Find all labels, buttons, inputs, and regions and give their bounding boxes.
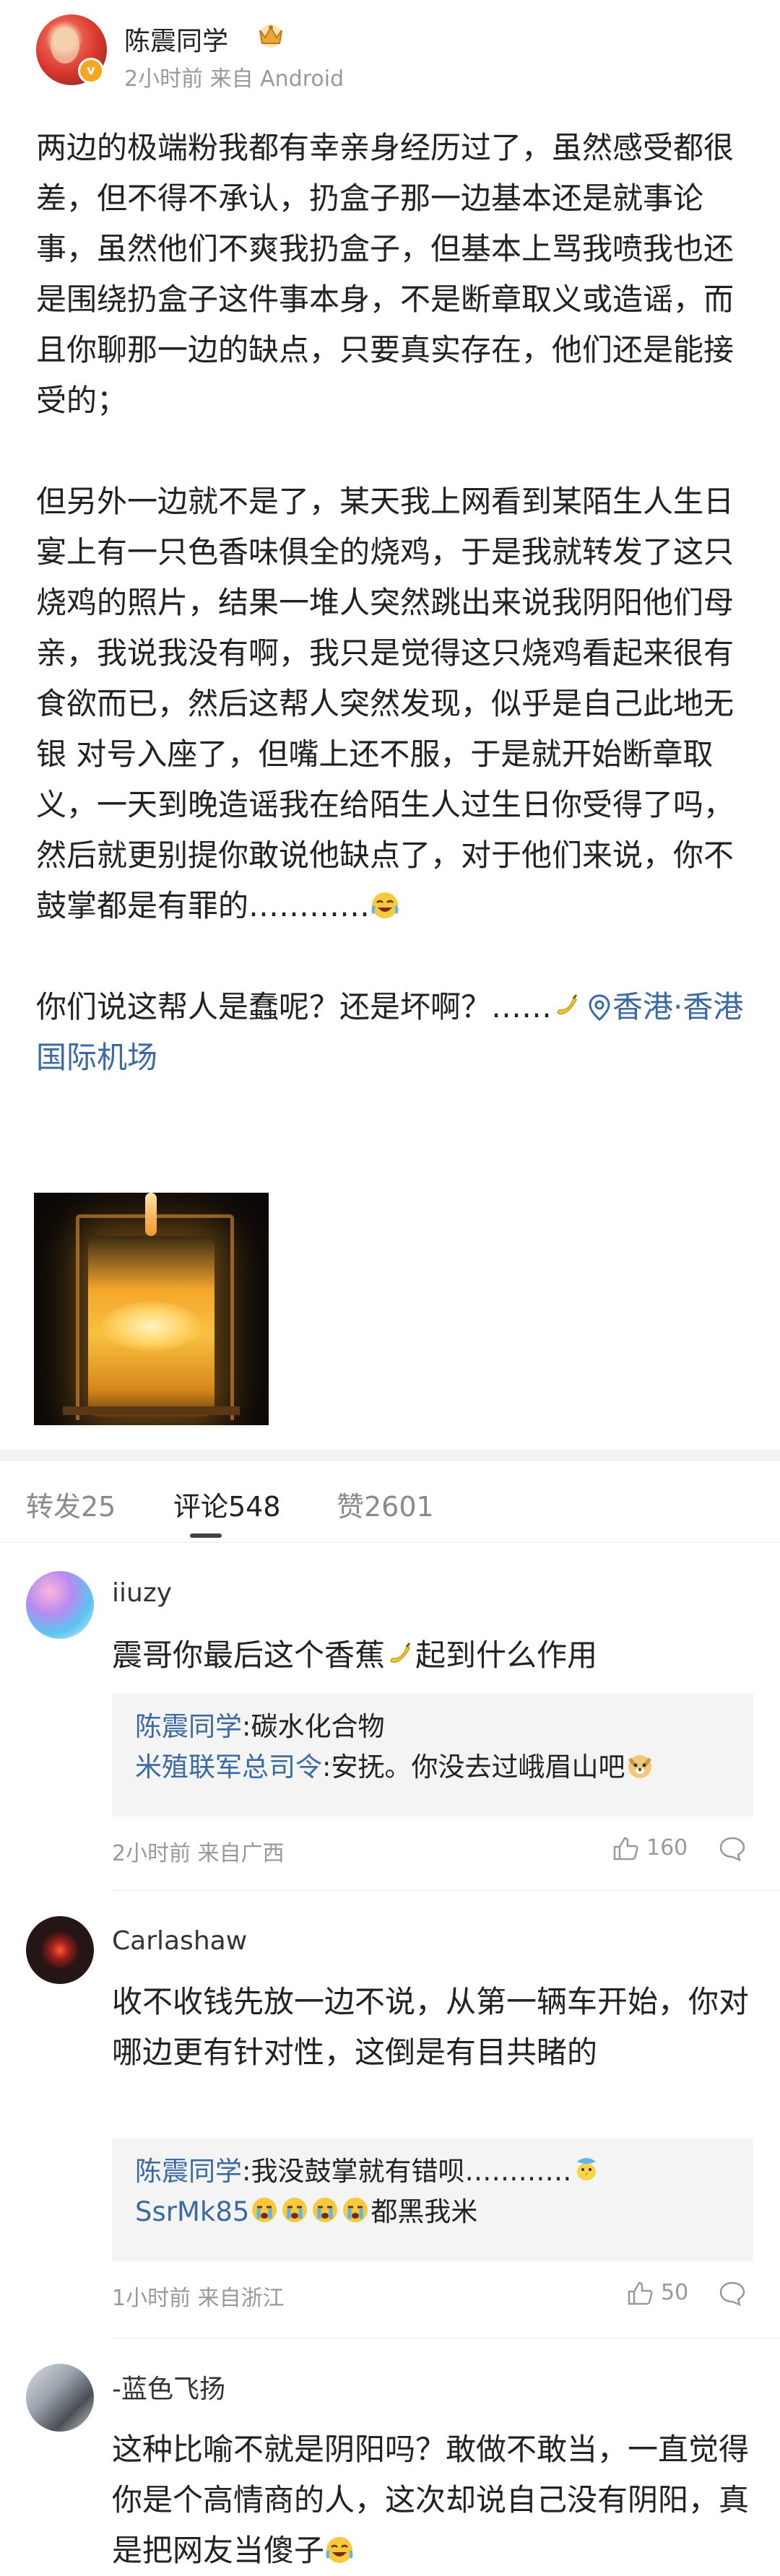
reply-line: SsrMk85 都黑我米: [135, 2192, 753, 2232]
tab-comments[interactable]: 评论548: [173, 1484, 281, 1524]
commenter-name[interactable]: Carlashaw: [112, 1926, 247, 1956]
reply-box[interactable]: 陈震同学:碳水化合物 米殖联军总司令:安抚。你没去过峨眉山吧: [112, 1694, 753, 1816]
crying-emoji-icon: [282, 2198, 308, 2222]
interaction-tabs: 转发25 评论548 赞2601: [0, 1461, 780, 1543]
author-name[interactable]: 陈震同学: [124, 20, 228, 58]
like-count[interactable]: 160: [646, 1835, 688, 1861]
chick-emoji-icon: [577, 2158, 597, 2180]
crying-emoji-icon: [313, 2198, 338, 2222]
like-count[interactable]: 50: [661, 2280, 688, 2305]
tab-indicator: [190, 1533, 222, 1538]
reply-text: :我没鼓掌就有错呗…………: [242, 2156, 572, 2187]
reply-text: :碳水化合物: [242, 1711, 385, 1742]
commenter-name[interactable]: -蓝色飞扬: [112, 2368, 225, 2406]
comment-text: 震哥你最后这个香蕉 起到什么作用: [112, 1630, 751, 1681]
commenter-avatar[interactable]: [26, 2364, 94, 2432]
reply-user[interactable]: 米殖联军总司令: [135, 1752, 322, 1783]
thumbs-up-icon[interactable]: [625, 2279, 654, 2307]
banana-emoji-icon: [390, 1642, 411, 1663]
laughing-tears-emoji-icon: [326, 2537, 353, 2563]
comment-text-part: 这种比喻不就是阴阳吗？敢做不敢当，一直觉得你是个高情商的人，这次却说自己没有阴阳…: [112, 2432, 750, 2568]
post-paragraph: 两边的极端粉我都有幸亲身经历过了，虽然感受都很差，但不得不承认，扔盒子那一边基本…: [36, 130, 734, 418]
comment-text-part: 起到什么作用: [415, 1637, 598, 1673]
post-body: 两边的极端粉我都有幸亲身经历过了，虽然感受都很差，但不得不承认，扔盒子那一边基本…: [36, 123, 751, 1083]
crying-emoji-icon: [343, 2198, 368, 2222]
reply-user[interactable]: SsrMk85: [135, 2196, 249, 2227]
comment-meta: 2小时前 来自广西: [112, 1841, 285, 1866]
comment-icon[interactable]: [718, 2279, 747, 2307]
section-divider: [0, 1450, 780, 1461]
reply-box[interactable]: 陈震同学:我没鼓掌就有错呗………… SsrMk85 都黑我米: [112, 2138, 753, 2261]
reply-text: 都黑我米: [370, 2196, 478, 2227]
reply-user[interactable]: 陈震同学: [135, 1711, 242, 1742]
comment-text: 收不收钱先放一边不说，从第一辆车开始，你对哪边更有针对性，这倒是有目共睹的: [112, 1984, 750, 2070]
lamp-glass: [88, 1236, 214, 1417]
thumbs-up-icon[interactable]: [611, 1834, 640, 1863]
crown-badge-icon: [259, 25, 282, 48]
post-last-line: 你们说这帮人是蠢呢？还是坏啊？……: [36, 989, 552, 1024]
commenter-avatar[interactable]: [26, 1916, 94, 1984]
post-meta: 2小时前 来自 Android: [124, 66, 344, 92]
post-header: v 陈震同学 2小时前 来自 Android: [36, 14, 744, 94]
comment-separator: [112, 1890, 780, 1891]
post-paragraph-text: 但另外一边就不是了，某天我上网看到某陌生人生日宴上有一只色香味俱全的烧鸡，于是我…: [36, 484, 734, 923]
post-image-candle-lamp[interactable]: [34, 1193, 269, 1425]
post-paragraph: 但另外一边就不是了，某天我上网看到某陌生人生日宴上有一只色香味俱全的烧鸡，于是我…: [36, 477, 751, 931]
post-last-paragraph: 你们说这帮人是蠢呢？还是坏啊？…… 香港·香港国际机场: [36, 982, 751, 1083]
location-pin-icon[interactable]: [586, 993, 612, 1022]
commenter-name[interactable]: iiuzy: [112, 1578, 172, 1608]
doge-emoji-icon: [628, 1755, 652, 1778]
banana-emoji-icon: [557, 994, 578, 1014]
tab-likes[interactable]: 赞2601: [337, 1484, 434, 1524]
tab-repost[interactable]: 转发25: [26, 1484, 116, 1524]
lamp-base: [63, 1406, 240, 1415]
verified-badge-icon: v: [78, 58, 104, 84]
comment-text-part: 震哥你最后这个香蕉: [112, 1637, 386, 1673]
lamp-rod: [145, 1193, 157, 1236]
crying-emoji-icon: [252, 2198, 277, 2222]
reply-line: 陈震同学:我没鼓掌就有错呗…………: [135, 2151, 753, 2192]
comment-meta: 1小时前 来自浙江: [112, 2286, 285, 2311]
reply-line: 陈震同学:碳水化合物: [135, 1707, 753, 1747]
commenter-avatar[interactable]: [26, 1571, 94, 1639]
comment-icon[interactable]: [718, 1834, 747, 1863]
reply-text: :安抚。你没去过峨眉山吧: [322, 1752, 625, 1783]
reply-user[interactable]: 陈震同学: [135, 2156, 242, 2187]
laughing-tears-emoji-icon: [371, 892, 399, 918]
reply-line: 米殖联军总司令:安抚。你没去过峨眉山吧: [135, 1747, 753, 1788]
